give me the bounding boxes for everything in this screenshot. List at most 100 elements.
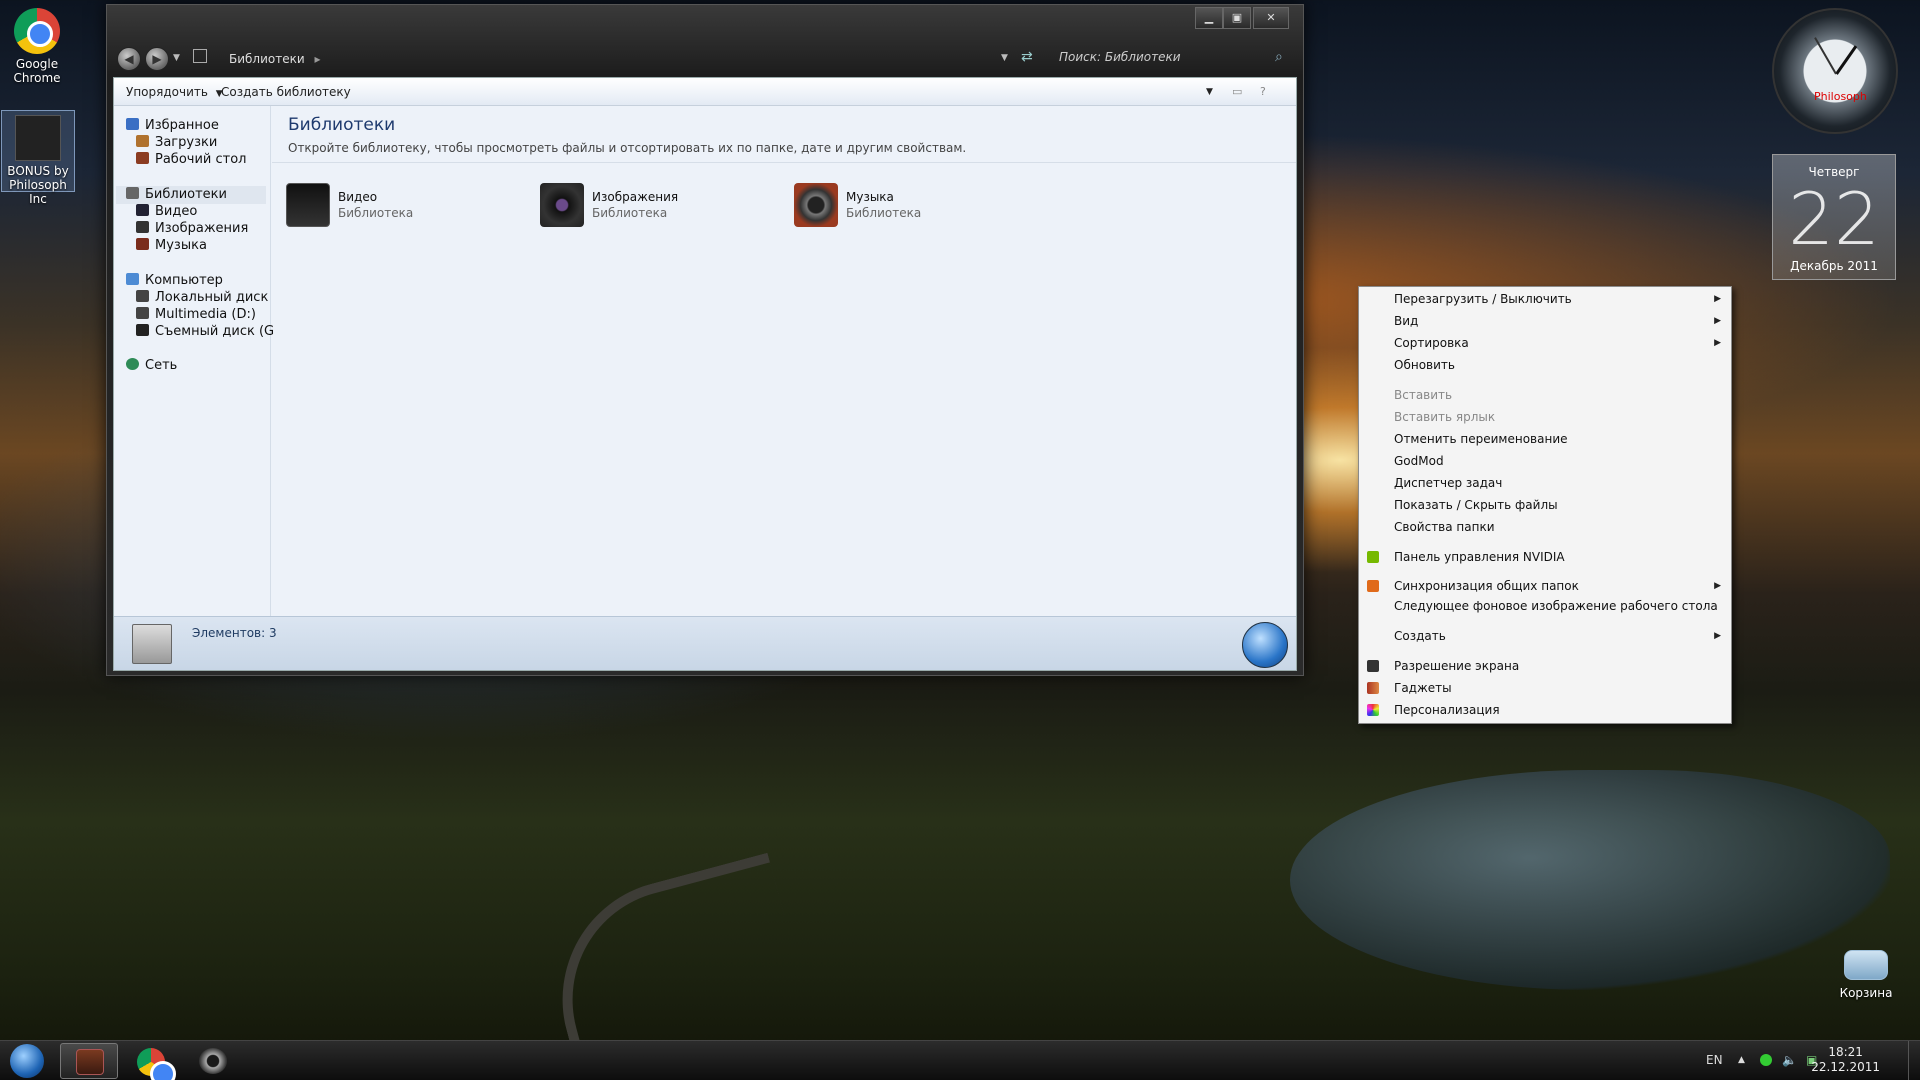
breadcrumb-libraries[interactable]: Библиотеки <box>229 52 305 66</box>
desktop-icon-recycle-bin[interactable]: Корзина <box>1822 950 1910 1000</box>
breadcrumb[interactable]: Библиотеки ▸ <box>229 52 321 66</box>
menu-item-view[interactable]: Вид ▶ <box>1359 311 1731 331</box>
sync-icon <box>1367 580 1379 592</box>
submenu-arrow-icon: ▶ <box>1714 294 1721 304</box>
desktop-icon-bonus[interactable]: BONUS by Philosoph Inc <box>1 110 75 206</box>
sidebar-item-label: Библиотеки <box>145 187 227 202</box>
menu-item-task-manager[interactable]: Диспетчер задач <box>1359 473 1731 493</box>
calendar-month-year: Декабрь 2011 <box>1790 259 1878 273</box>
sidebar-item-desktop[interactable]: Рабочий стол <box>136 151 246 169</box>
menu-item-sync-shared-folders[interactable]: Синхронизация общих папок ▶ <box>1359 576 1731 596</box>
download-icon <box>136 135 149 147</box>
taskbar-item-media-player[interactable] <box>184 1043 242 1079</box>
sidebar-item-computer[interactable]: Компьютер <box>126 272 223 290</box>
clock-tray[interactable]: 18:21 22.12.2011 <box>1811 1045 1880 1075</box>
sidebar-item-favorites[interactable]: Избранное <box>126 117 219 135</box>
show-hidden-icons-icon[interactable]: ▲ <box>1738 1055 1745 1065</box>
menu-item-next-wallpaper[interactable]: Следующее фоновое изображение рабочего с… <box>1359 596 1731 616</box>
volume-icon[interactable]: 🔈 <box>1782 1053 1797 1067</box>
search-input[interactable]: Поиск: Библиотеки <box>1055 50 1280 70</box>
maximize-button[interactable]: ▣ <box>1223 7 1251 29</box>
minimize-button[interactable]: ▁ <box>1195 7 1223 29</box>
sidebar-item-images[interactable]: Изображения <box>136 220 248 238</box>
sidebar-item-video[interactable]: Видео <box>136 203 197 221</box>
menu-item-label: Вставить <box>1394 388 1453 402</box>
chevron-right-icon[interactable]: ▸ <box>315 52 321 66</box>
taskbar-item-explorer[interactable] <box>60 1043 118 1079</box>
library-type: Библиотека <box>338 206 414 220</box>
start-button[interactable] <box>10 1044 44 1078</box>
desktop-context-menu: Перезагрузить / Выключить ▶ Вид ▶ Сортиров… <box>1358 286 1732 724</box>
language-indicator[interactable]: EN <box>1706 1053 1723 1067</box>
forward-button[interactable]: ▶ <box>145 47 169 71</box>
preview-pane-icon[interactable]: ▭ <box>1232 85 1242 98</box>
sidebar-item-label: Компьютер <box>145 273 223 288</box>
address-dropdown-icon[interactable]: ▼ <box>1001 53 1008 63</box>
sidebar-item-network[interactable]: Сеть <box>126 357 177 375</box>
library-type: Библиотека <box>846 206 922 220</box>
page-title: Библиотеки <box>288 115 396 135</box>
menu-item-godmod[interactable]: GodMod <box>1359 451 1731 471</box>
command-bar: Упорядочить ▼ Создать библиотеку ▼ ▭ ? <box>114 78 1296 106</box>
menu-item-nvidia-control-panel[interactable]: Панель управления NVIDIA <box>1359 547 1731 567</box>
menu-item-label: Создать <box>1394 629 1446 643</box>
sidebar-item-label: Съемный диск (G <box>155 324 275 339</box>
chrome-icon <box>137 1048 176 1080</box>
menu-item-label: Свойства папки <box>1394 520 1495 534</box>
tray-date: 22.12.2011 <box>1811 1060 1880 1074</box>
menu-item-label: GodMod <box>1394 454 1444 468</box>
menu-item-paste-shortcut[interactable]: Вставить ярлык <box>1359 407 1731 427</box>
menu-item-folder-options[interactable]: Свойства папки <box>1359 517 1731 537</box>
disk-icon <box>136 290 149 302</box>
refresh-icon[interactable]: ⇄ <box>1021 49 1033 65</box>
items-count: Элементов: 3 <box>192 626 277 640</box>
security-status-icon[interactable] <box>1760 1054 1772 1066</box>
menu-item-gadgets[interactable]: Гаджеты <box>1359 678 1731 698</box>
chrome-icon <box>14 8 60 54</box>
explorer-body: Упорядочить ▼ Создать библиотеку ▼ ▭ ? И… <box>113 77 1297 671</box>
submenu-arrow-icon: ▶ <box>1714 581 1721 591</box>
menu-item-restart-shutdown[interactable]: Перезагрузить / Выключить ▶ <box>1359 289 1731 309</box>
sidebar-item-downloads[interactable]: Загрузки <box>136 134 217 152</box>
calendar-gadget[interactable]: Четверг 22 Декабрь 2011 <box>1772 154 1896 280</box>
desktop-icon-label: Google Chrome <box>13 57 61 85</box>
close-button[interactable]: ✕ <box>1253 7 1289 29</box>
menu-item-sort[interactable]: Сортировка ▶ <box>1359 333 1731 353</box>
menu-item-label: Синхронизация общих папок <box>1394 579 1579 593</box>
history-dropdown-icon[interactable]: ▼ <box>173 53 180 63</box>
desktop-icon <box>136 152 149 164</box>
menu-item-refresh[interactable]: Обновить <box>1359 355 1731 375</box>
libraries-icon <box>126 187 139 199</box>
desktop-icon-chrome[interactable]: Google Chrome <box>0 8 74 85</box>
menu-item-paste[interactable]: Вставить <box>1359 385 1731 405</box>
show-desktop-button[interactable] <box>1908 1041 1920 1080</box>
back-button[interactable]: ◀ <box>117 47 141 71</box>
sidebar-item-removable-disk[interactable]: Съемный диск (G <box>136 323 274 341</box>
search-icon[interactable]: ⌕ <box>1275 49 1283 65</box>
sidebar-item-label: Музыка <box>155 238 207 253</box>
library-item-images[interactable]: Изображения Библиотека <box>540 183 760 229</box>
organize-button[interactable]: Упорядочить ▼ <box>126 85 223 99</box>
sidebar-item-multimedia-d[interactable]: Multimedia (D:) <box>136 306 256 324</box>
library-name: Музыка <box>846 190 894 204</box>
sidebar-item-local-disk[interactable]: Локальный диск <box>136 289 268 307</box>
help-icon[interactable]: ? <box>1260 85 1266 98</box>
explorer-window: ▁ ▣ ✕ ◀ ▶ ▼ Библиотеки ▸ ▼ ⇄ Поиск: Библ… <box>106 4 1304 676</box>
create-library-button[interactable]: Создать библиотеку <box>221 85 351 99</box>
sidebar-item-music[interactable]: Музыка <box>136 237 207 255</box>
library-item-video[interactable]: Видео Библиотека <box>286 183 506 229</box>
library-item-music[interactable]: Музыка Библиотека <box>794 183 1014 229</box>
clock-hand <box>1814 37 1837 75</box>
menu-item-new[interactable]: Создать ▶ <box>1359 626 1731 646</box>
view-options-icon[interactable]: ▼ <box>1206 87 1213 97</box>
sidebar-item-libraries[interactable]: Библиотеки <box>116 186 266 204</box>
menu-item-screen-resolution[interactable]: Разрешение экрана <box>1359 656 1731 676</box>
clock-gadget[interactable]: Philosoph <box>1772 8 1898 134</box>
menu-item-show-hide-files[interactable]: Показать / Скрыть файлы <box>1359 495 1731 515</box>
menu-item-undo-rename[interactable]: Отменить переименование <box>1359 429 1731 449</box>
menu-item-label: Показать / Скрыть файлы <box>1394 498 1558 512</box>
taskbar-item-chrome[interactable] <box>122 1043 180 1080</box>
menu-item-personalization[interactable]: Персонализация <box>1359 700 1731 720</box>
menu-item-label: Диспетчер задач <box>1394 476 1503 490</box>
library-icon <box>76 1049 104 1075</box>
